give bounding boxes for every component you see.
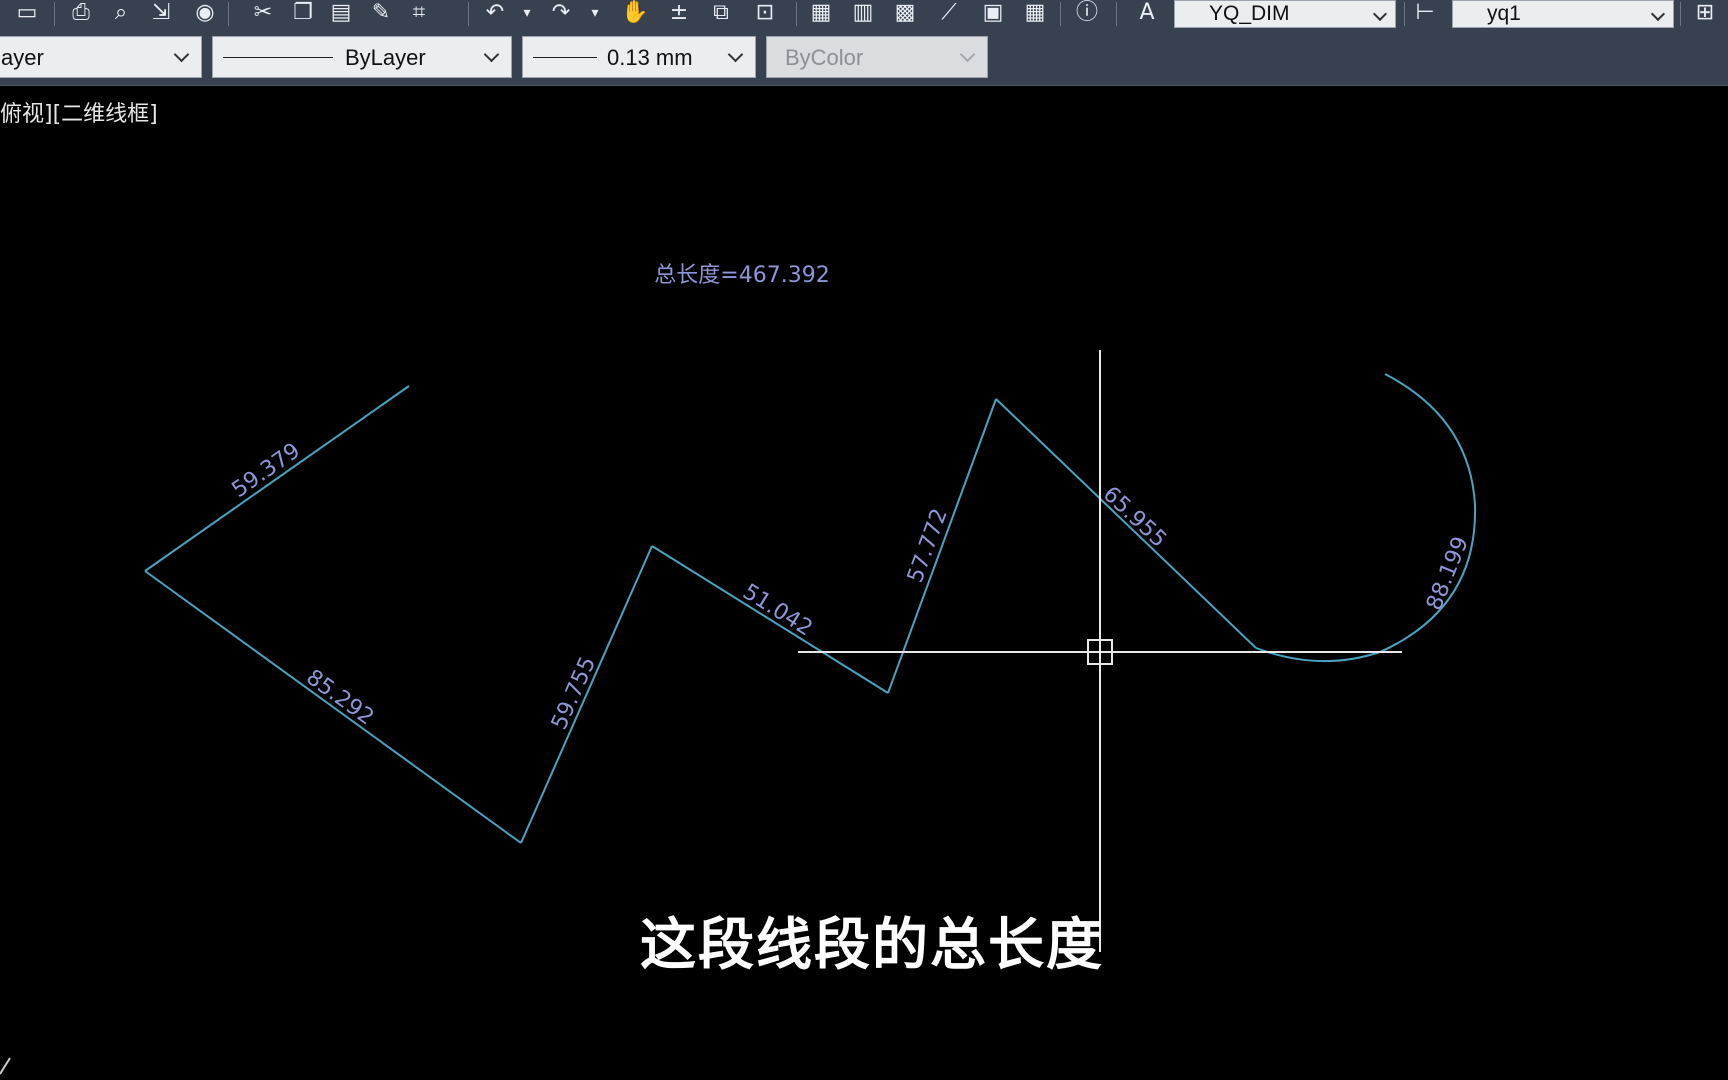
polyline-arc[interactable] xyxy=(1255,373,1477,663)
segment-length-label: 59.379 xyxy=(228,438,305,503)
crosshair-cursor xyxy=(798,350,1402,952)
segment-length-label: 51.042 xyxy=(738,579,817,641)
video-subtitle: 这段线段的总长度 xyxy=(640,913,1104,978)
total-length-label: 总长度=467.392 xyxy=(654,263,829,288)
segment-length-label: 85.292 xyxy=(301,665,378,730)
ucs-icon xyxy=(0,1057,11,1075)
polyline-segment[interactable] xyxy=(144,385,410,572)
segment-length-label: 88.199 xyxy=(1422,533,1474,614)
polyline-segment[interactable] xyxy=(887,398,997,694)
segment-length-label: 59.755 xyxy=(547,653,601,733)
segment-length-label: 57.772 xyxy=(903,505,953,586)
segment-length-label: 65.955 xyxy=(1098,482,1171,553)
